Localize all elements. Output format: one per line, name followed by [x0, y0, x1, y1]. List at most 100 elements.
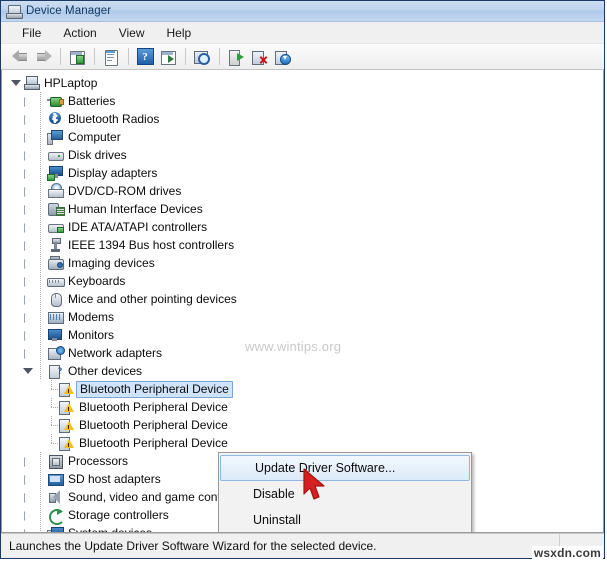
expander-collapsed-icon[interactable]: [22, 506, 35, 524]
expander-open-icon[interactable]: [22, 362, 35, 380]
context-menu: Update Driver Software... Disable Uninst…: [218, 452, 472, 532]
tree-node-label: Bluetooth Peripheral Device: [79, 436, 228, 450]
ide-controller-icon: [47, 219, 64, 235]
expander-collapsed-icon[interactable]: [22, 452, 35, 470]
context-menu-item-disable[interactable]: Disable: [219, 481, 471, 507]
back-arrow-icon[interactable]: [9, 46, 31, 67]
tree-node-imaging-devices[interactable]: Imaging devices: [10, 254, 603, 272]
window-title: Device Manager: [26, 5, 112, 17]
tree-node-ide-ata-atapi-controllers[interactable]: IDE ATA/ATAPI controllers: [10, 218, 603, 236]
tree-node-dvd-cdrom-drives[interactable]: DVD/CD-ROM drives: [10, 182, 603, 200]
keyboard-icon: [47, 273, 65, 289]
tree-node-bluetooth-peripheral-device[interactable]: Bluetooth Peripheral Device: [10, 416, 603, 434]
enable-device-icon[interactable]: [225, 46, 247, 67]
tree-node-label: Mice and other pointing devices: [68, 292, 237, 306]
tree-connector: [35, 308, 47, 326]
tree-node-batteries[interactable]: Batteries: [10, 92, 603, 110]
expander-collapsed-icon[interactable]: [22, 218, 35, 236]
expander-collapsed-icon[interactable]: [22, 110, 35, 128]
context-menu-item-update-driver-software[interactable]: Update Driver Software...: [220, 455, 470, 481]
menu-action[interactable]: Action: [54, 24, 105, 42]
show-hide-console-tree-icon[interactable]: [66, 46, 88, 67]
tree-node-bluetooth-peripheral-device[interactable]: Bluetooth Peripheral Device: [10, 380, 603, 398]
tree-connector: [35, 524, 47, 532]
tree-node-bluetooth-peripheral-device[interactable]: Bluetooth Peripheral Device: [10, 434, 603, 452]
status-bar-text: Launches the Update Driver Software Wiza…: [9, 539, 377, 553]
tree-node-bluetooth-peripheral-device[interactable]: Bluetooth Peripheral Device: [10, 398, 603, 416]
tree-node-hplaptop[interactable]: HPLaptop: [10, 74, 603, 92]
tree-connector: [35, 362, 47, 380]
uninstall-device-icon[interactable]: [248, 46, 270, 67]
tree-node-human-interface-devices[interactable]: Human Interface Devices: [10, 200, 603, 218]
context-menu-item-uninstall[interactable]: Uninstall: [219, 507, 471, 532]
tree-node-label: Imaging devices: [68, 256, 155, 270]
system-device-icon: [47, 525, 64, 532]
expander-collapsed-icon[interactable]: [22, 146, 35, 164]
tree-node-modems[interactable]: Modems: [10, 308, 603, 326]
menu-view[interactable]: View: [110, 24, 154, 42]
tree-node-label: Human Interface Devices: [68, 202, 203, 216]
scan-for-hardware-changes-icon[interactable]: [191, 46, 213, 67]
tree-node-other-devices[interactable]: ? Other devices: [10, 362, 603, 380]
expander-collapsed-icon[interactable]: [22, 308, 35, 326]
tree-node-label: Bluetooth Peripheral Device: [79, 400, 228, 414]
tree-node-network-adapters[interactable]: Network adapters: [10, 344, 603, 362]
tree-connector: [35, 128, 47, 146]
toolbar-separator: [185, 48, 186, 65]
bluetooth-icon: [47, 111, 64, 127]
tree-node-computer[interactable]: Computer: [10, 128, 603, 146]
tree-connector: [46, 416, 58, 434]
expander-collapsed-icon[interactable]: [22, 92, 35, 110]
help-icon[interactable]: ?: [134, 46, 156, 67]
expander-collapsed-icon[interactable]: [22, 128, 35, 146]
tree-node-label: DVD/CD-ROM drives: [68, 184, 182, 198]
tree-node-label: IDE ATA/ATAPI controllers: [68, 220, 208, 234]
expander-collapsed-icon[interactable]: [22, 488, 35, 506]
expander-collapsed-icon[interactable]: [22, 470, 35, 488]
expander-collapsed-icon[interactable]: [22, 164, 35, 182]
tree-node-bluetooth-radios[interactable]: Bluetooth Radios: [10, 110, 603, 128]
device-tree-panel[interactable]: HPLaptop Batteries Bluetooth Radios Comp…: [1, 70, 604, 533]
expander-collapsed-icon[interactable]: [22, 254, 35, 272]
tree-connector: [35, 326, 47, 344]
tree-connector: [35, 272, 47, 290]
device-manager-icon: [6, 3, 23, 19]
pc-icon: [47, 129, 64, 145]
expander-collapsed-icon[interactable]: [22, 200, 35, 218]
expander-collapsed-icon[interactable]: [22, 290, 35, 308]
menu-help[interactable]: Help: [158, 24, 201, 42]
hid-icon: [47, 201, 65, 217]
warning-device-icon: [58, 435, 75, 451]
battery-icon: [47, 93, 64, 109]
tree-node-monitors[interactable]: Monitors: [10, 326, 603, 344]
tree-node-label: Bluetooth Peripheral Device: [79, 418, 228, 432]
imaging-device-icon: [47, 255, 64, 271]
tree-node-label: Processors: [68, 454, 129, 468]
expander-collapsed-icon[interactable]: [22, 272, 35, 290]
expander-collapsed-icon[interactable]: [22, 524, 35, 532]
sound-icon: [47, 489, 64, 505]
update-driver-icon[interactable]: [157, 46, 179, 67]
tree-node-display-adapters[interactable]: Display adapters: [10, 164, 603, 182]
title-bar[interactable]: Device Manager: [1, 1, 604, 22]
expander-open-icon[interactable]: [10, 74, 23, 92]
tree-connector: [46, 380, 58, 398]
tree-node-keyboards[interactable]: Keyboards: [10, 272, 603, 290]
tree-node-label: Bluetooth Radios: [68, 112, 160, 126]
expander-collapsed-icon[interactable]: [22, 344, 35, 362]
menu-file[interactable]: File: [13, 24, 50, 42]
tree-node-label: HPLaptop: [44, 76, 98, 90]
forward-arrow-icon[interactable]: [32, 46, 54, 67]
expander-collapsed-icon[interactable]: [22, 182, 35, 200]
tree-node-ieee-1394-bus-host-controllers[interactable]: IEEE 1394 Bus host controllers: [10, 236, 603, 254]
properties-icon[interactable]: [100, 46, 122, 67]
disable-device-icon[interactable]: [271, 46, 293, 67]
monitor-icon: [47, 327, 64, 343]
tree-node-disk-drives[interactable]: Disk drives: [10, 146, 603, 164]
tree-node-mice-and-other-pointing-devices[interactable]: Mice and other pointing devices: [10, 290, 603, 308]
expander-collapsed-icon[interactable]: [22, 236, 35, 254]
tree-node-label: Disk drives: [68, 148, 127, 162]
expander-collapsed-icon[interactable]: [22, 326, 35, 344]
tree-node-label: Modems: [68, 310, 115, 324]
tree-node-label: System devices: [68, 526, 153, 533]
